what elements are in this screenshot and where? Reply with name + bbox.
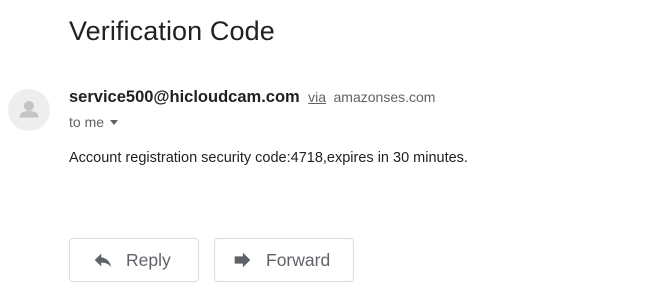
recipient-details-toggle[interactable]: to me (69, 114, 119, 130)
sender-line: service500@hicloudcam.com via amazonses.… (69, 88, 435, 107)
via-link[interactable]: via (308, 89, 326, 105)
forward-icon (234, 252, 251, 268)
recipient-label: to me (69, 114, 105, 130)
caret-down-icon (110, 120, 119, 125)
forward-button-label: Forward (266, 249, 331, 270)
sender-email[interactable]: service500@hicloudcam.com (69, 88, 300, 106)
forward-button[interactable]: Forward (214, 238, 354, 282)
email-subject: Verification Code (69, 16, 275, 46)
email-body: Account registration security code:4718,… (69, 150, 468, 166)
sender-avatar[interactable] (8, 89, 50, 131)
reply-button[interactable]: Reply (69, 238, 199, 282)
reply-icon (94, 253, 112, 268)
reply-button-label: Reply (126, 249, 171, 270)
via-domain: amazonses.com (333, 89, 436, 105)
person-icon (19, 101, 39, 118)
